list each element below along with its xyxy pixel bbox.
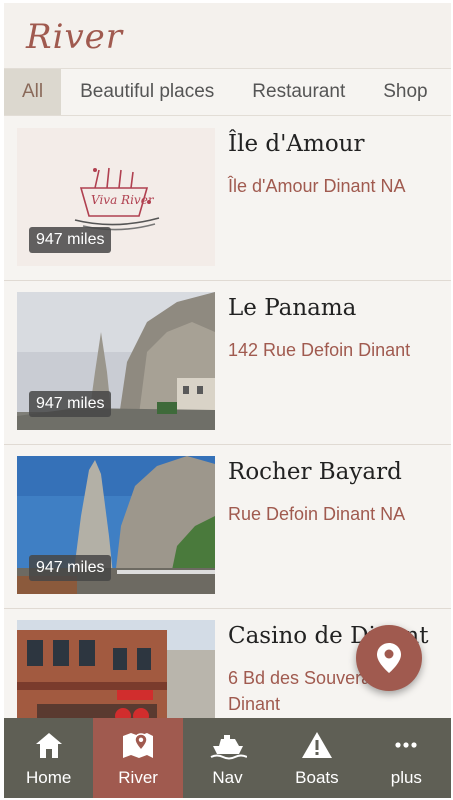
place-card[interactable]: 947 miles Le Panama 142 Rue Defoin Dinan… xyxy=(4,281,451,445)
place-address: Rue Defoin Dinant NA xyxy=(228,504,406,524)
app-header: River xyxy=(4,3,451,69)
place-thumbnail: Viva River 947 miles xyxy=(17,128,215,266)
tab-shop[interactable]: Shop xyxy=(364,69,446,115)
map-pin-icon xyxy=(377,643,401,673)
nav-home[interactable]: Home xyxy=(4,718,93,798)
place-address: 142 Rue Defoin Dinant xyxy=(228,340,411,360)
place-name: Île d'Amour xyxy=(228,131,365,157)
place-thumbnail: 947 miles xyxy=(17,456,215,594)
tab-all[interactable]: All xyxy=(4,69,62,115)
location-fab[interactable] xyxy=(356,625,422,691)
bottom-navigation: Home River Nav Boats plus xyxy=(4,718,451,798)
logo-text: Viva River xyxy=(91,193,155,207)
boat-icon xyxy=(209,728,247,762)
distance-badge: 947 miles xyxy=(29,555,112,581)
map-icon xyxy=(121,728,155,762)
home-icon xyxy=(34,728,64,762)
nav-river[interactable]: River xyxy=(93,718,183,798)
nav-river-label: River xyxy=(118,768,158,787)
tab-beautiful-places[interactable]: Beautiful places xyxy=(61,69,233,115)
place-card[interactable]: Viva River 947 miles Île d'Amour Île d'A… xyxy=(4,117,451,281)
category-tabs: All Beautiful places Restaurant Shop xyxy=(4,69,451,116)
nav-nav[interactable]: Nav xyxy=(183,718,272,798)
place-thumbnail xyxy=(17,620,215,719)
nav-boats[interactable]: Boats xyxy=(272,718,361,798)
nav-boats-label: Boats xyxy=(295,768,339,787)
nav-home-label: Home xyxy=(26,768,72,787)
place-name: Rocher Bayard xyxy=(228,459,402,485)
app-title: River xyxy=(26,17,124,57)
place-card[interactable]: 947 miles Rocher Bayard Rue Defoin Dinan… xyxy=(4,445,451,609)
place-thumbnail: 947 miles xyxy=(17,292,215,430)
nav-nav-label: Nav xyxy=(212,768,243,787)
place-address: Île d'Amour Dinant NA xyxy=(228,176,406,196)
app-screen: River All Beautiful places Restaurant Sh… xyxy=(4,3,451,798)
distance-badge: 947 miles xyxy=(29,227,112,253)
place-name: Le Panama xyxy=(228,295,357,321)
distance-badge: 947 miles xyxy=(29,391,112,417)
nav-plus-label: plus xyxy=(390,768,422,787)
casino-building-photo xyxy=(17,620,215,719)
more-icon xyxy=(391,728,421,762)
nav-plus[interactable]: plus xyxy=(362,718,451,798)
warning-icon xyxy=(301,728,333,762)
tab-restaurant[interactable]: Restaurant xyxy=(233,69,364,115)
